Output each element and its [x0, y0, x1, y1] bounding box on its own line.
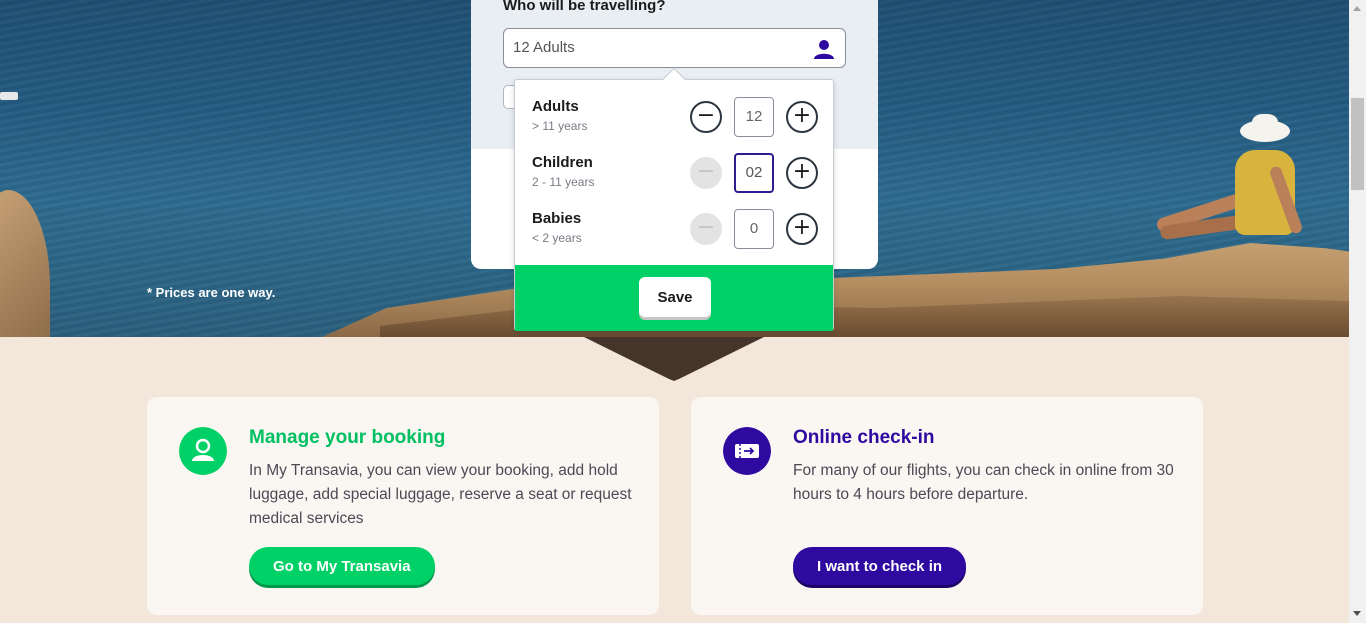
- page-scrollbar[interactable]: [1349, 0, 1366, 623]
- manage-booking-text: In My Transavia, you can view your booki…: [249, 462, 632, 527]
- passenger-type-label: Babies: [532, 210, 582, 227]
- scroll-up-arrow-icon[interactable]: [1353, 6, 1361, 11]
- prices-note: * Prices are one way.: [147, 285, 276, 300]
- passenger-type-label: Adults: [532, 98, 579, 115]
- boarding-pass-icon: [723, 427, 771, 475]
- passenger-type-label: Children: [532, 154, 593, 171]
- adults-increment-button[interactable]: +: [786, 101, 818, 133]
- adults-decrement-button[interactable]: −: [690, 101, 722, 133]
- manage-booking-card: Manage your booking In My Transavia, you…: [147, 397, 659, 615]
- hat-crown: [1252, 114, 1278, 134]
- babies-count-input[interactable]: 0: [734, 209, 774, 249]
- children-decrement-button[interactable]: −: [690, 157, 722, 189]
- online-checkin-card: Online check-in For many of our flights,…: [691, 397, 1203, 615]
- go-to-my-transavia-button[interactable]: Go to My Transavia: [249, 547, 435, 585]
- scroll-down-arrow-icon[interactable]: [1353, 611, 1361, 616]
- passenger-age-label: < 2 years: [532, 231, 582, 245]
- user-icon: [179, 427, 227, 475]
- passenger-age-label: > 11 years: [532, 119, 588, 133]
- traveller-figure: [1150, 114, 1304, 250]
- babies-increment-button[interactable]: +: [786, 213, 818, 245]
- passenger-row-children: Children 2 - 11 years − 02 +: [515, 153, 835, 210]
- section-notch: [584, 337, 764, 381]
- travellers-value: 12 Adults: [513, 39, 575, 56]
- babies-decrement-button[interactable]: −: [690, 213, 722, 245]
- scroll-thumb[interactable]: [1351, 98, 1364, 190]
- online-checkin-title: Online check-in: [793, 427, 935, 448]
- travellers-input[interactable]: 12 Adults: [503, 28, 846, 68]
- check-in-button[interactable]: I want to check in: [793, 547, 967, 585]
- children-increment-button[interactable]: +: [786, 157, 818, 189]
- travellers-label: Who will be travelling?: [503, 0, 666, 14]
- passenger-row-adults: Adults > 11 years − 12 +: [515, 97, 835, 154]
- save-bar: Save: [515, 265, 833, 331]
- user-icon: [814, 40, 834, 59]
- manage-booking-title: Manage your booking: [249, 427, 446, 448]
- passenger-age-label: 2 - 11 years: [532, 175, 595, 189]
- passenger-row-babies: Babies < 2 years − 0 +: [515, 209, 835, 266]
- adults-count-input[interactable]: 12: [734, 97, 774, 137]
- save-button[interactable]: Save: [639, 277, 711, 317]
- children-count-input[interactable]: 02: [734, 153, 774, 193]
- boat: [0, 92, 18, 100]
- passenger-dropdown: Adults > 11 years − 12 + Children 2 - 11…: [514, 67, 835, 331]
- online-checkin-text: For many of our flights, you can check i…: [793, 462, 1174, 503]
